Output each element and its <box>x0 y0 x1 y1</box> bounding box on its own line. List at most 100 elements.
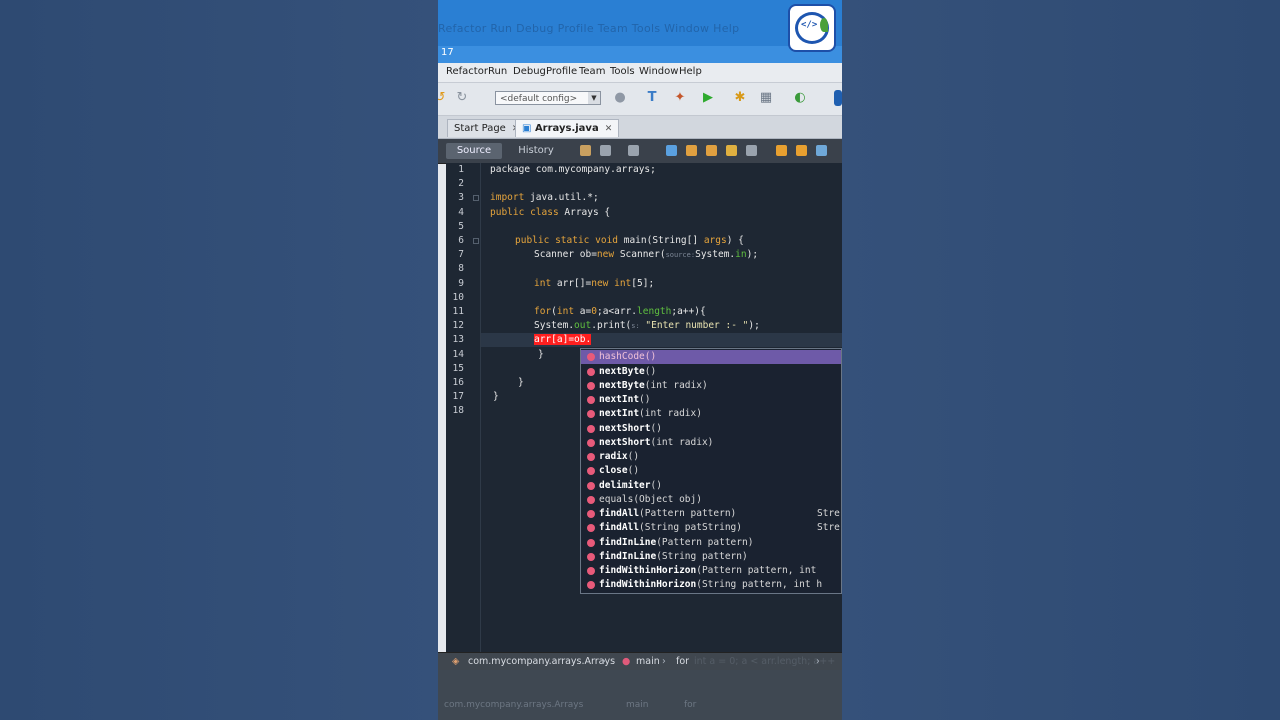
code-line-12: System.out.print(s: "Enter number :- "); <box>534 320 760 331</box>
completion-item[interactable]: findWithinHorizon(Pattern pattern, int <box>581 564 841 578</box>
method-icon <box>587 467 595 475</box>
undo-icon[interactable]: ↺ <box>438 90 448 106</box>
method-icon <box>587 482 595 490</box>
tab-arrays-java[interactable]: ▣ Arrays.java ✕ <box>515 119 620 137</box>
code-line-17: } <box>493 391 499 402</box>
completion-item[interactable]: close() <box>581 464 841 478</box>
window-number: 17 <box>441 47 454 58</box>
ghost-path: com.mycompany.arrays.Arrays <box>444 700 584 710</box>
line-number: 6 <box>458 235 464 246</box>
profile-run-icon[interactable]: ◐ <box>792 90 808 106</box>
completion-item[interactable]: findAll(String patString) Stre <box>581 521 841 535</box>
completion-item[interactable]: findWithinHorizon(String pattern, int h <box>581 578 841 592</box>
completion-item[interactable]: hashCode() <box>581 350 841 364</box>
nav-faded: int a = 0; a < arr.length; a++ <box>694 656 836 667</box>
menu-help[interactable]: Help <box>679 66 702 77</box>
source-tab[interactable]: Source <box>446 143 502 159</box>
build-hammer-icon[interactable]: T <box>644 90 660 106</box>
code-line-16: } <box>518 377 524 388</box>
menu-refactor[interactable]: Refactor <box>446 66 488 77</box>
back-icon[interactable] <box>600 145 611 156</box>
menu-bar: Refactor Run Debug Profile Team Tools Wi… <box>438 63 842 83</box>
line-number: 11 <box>452 306 464 317</box>
background-right <box>842 0 1280 720</box>
completion-item[interactable]: nextInt() <box>581 393 841 407</box>
completion-item[interactable]: findAll(Pattern pattern) Stre <box>581 507 841 521</box>
code-line-14: } <box>538 349 544 360</box>
menu-debug[interactable]: Debug <box>513 66 546 77</box>
nav-block[interactable]: for <box>676 656 689 667</box>
completion-item[interactable]: nextInt(int radix) <box>581 407 841 421</box>
line-number: 10 <box>452 292 464 303</box>
code-line-3: import java.util.*; <box>490 192 599 203</box>
leaf-icon <box>820 18 828 32</box>
line-number: 17 <box>452 391 464 402</box>
nav-class[interactable]: com.mycompany.arrays.Arrays <box>468 656 615 667</box>
menu-tools[interactable]: Tools <box>610 66 635 77</box>
completion-item[interactable]: nextByte(int radix) <box>581 379 841 393</box>
method-icon <box>587 382 595 390</box>
code-completion-popup[interactable]: hashCode() nextByte() nextByte(int radix… <box>580 348 842 594</box>
last-edit-icon[interactable] <box>580 145 591 156</box>
shift-down-icon[interactable] <box>796 145 807 156</box>
method-icon <box>587 581 595 589</box>
completion-item[interactable]: equals(Object obj) <box>581 493 841 507</box>
method-icon <box>587 496 595 504</box>
menu-profile[interactable]: Profile <box>546 66 577 77</box>
menu-team[interactable]: Team <box>579 66 605 77</box>
macro-icon[interactable] <box>816 145 827 156</box>
toolbar: ↺ ↻ <default config> ▼ ● T ✦ ▶ ✱ ▦ ◐ <box>438 83 842 116</box>
method-icon <box>587 410 595 418</box>
completion-item[interactable]: radix() <box>581 450 841 464</box>
code-line-1: package com.mycompany.arrays; <box>490 164 656 175</box>
find-prev-icon[interactable] <box>686 145 697 156</box>
profile-icon[interactable]: ▦ <box>758 90 774 106</box>
java-file-icon: ▣ <box>522 123 532 134</box>
method-icon <box>587 425 595 433</box>
line-number: 8 <box>458 263 464 274</box>
line-gutter: 1 2 3 4 5 6 7 8 9 10 11 12 13 14 15 16 1… <box>446 163 481 653</box>
title-ghost-menu: Refactor Run Debug Profile Team Tools Wi… <box>438 22 740 35</box>
redo-icon[interactable]: ↻ <box>454 90 470 106</box>
debug-icon[interactable]: ✱ <box>732 90 748 106</box>
channel-logo: </> <box>788 4 836 52</box>
completion-item[interactable]: nextShort(int radix) <box>581 436 841 450</box>
nav-method[interactable]: main <box>636 656 660 667</box>
menu-window[interactable]: Window <box>639 66 678 77</box>
completion-item[interactable]: findInLine(Pattern pattern) <box>581 536 841 550</box>
method-icon <box>587 567 595 575</box>
find-next-icon[interactable] <box>706 145 717 156</box>
background-left <box>0 0 438 720</box>
method-icon <box>587 368 595 376</box>
code-line-4: public class Arrays { <box>490 207 611 218</box>
line-number: 18 <box>452 405 464 416</box>
completion-item[interactable]: nextShort() <box>581 422 841 436</box>
completion-item[interactable]: nextByte() <box>581 365 841 379</box>
toggle-highlight-icon[interactable] <box>726 145 737 156</box>
fold-toggle-icon[interactable] <box>473 195 479 201</box>
run-icon[interactable]: ▶ <box>700 90 716 106</box>
completion-item[interactable]: delimiter() <box>581 479 841 493</box>
toggle-rect-icon[interactable] <box>746 145 757 156</box>
method-icon <box>587 396 595 404</box>
line-number: 12 <box>452 320 464 331</box>
toolbar-edge-icon <box>834 90 842 106</box>
ghost-block: for <box>684 700 697 710</box>
code-line-13[interactable]: arr[a]=ob. <box>534 334 592 345</box>
globe-icon[interactable]: ● <box>612 90 628 106</box>
line-number: 14 <box>452 349 464 360</box>
forward-icon[interactable] <box>628 145 639 156</box>
find-icon[interactable] <box>666 145 677 156</box>
clean-build-icon[interactable]: ✦ <box>672 90 688 106</box>
line-number: 13 <box>452 334 464 345</box>
method-icon: ● <box>622 656 631 667</box>
history-tab[interactable]: History <box>516 143 556 159</box>
menu-run[interactable]: Run <box>488 66 507 77</box>
config-select[interactable]: <default config> ▼ <box>495 91 601 105</box>
ghost-method: main <box>626 700 649 710</box>
line-number: 9 <box>458 278 464 289</box>
fold-toggle-icon[interactable] <box>473 238 479 244</box>
close-icon[interactable]: ✕ <box>605 124 613 134</box>
shift-up-icon[interactable] <box>776 145 787 156</box>
completion-item[interactable]: findInLine(String pattern) <box>581 550 841 564</box>
